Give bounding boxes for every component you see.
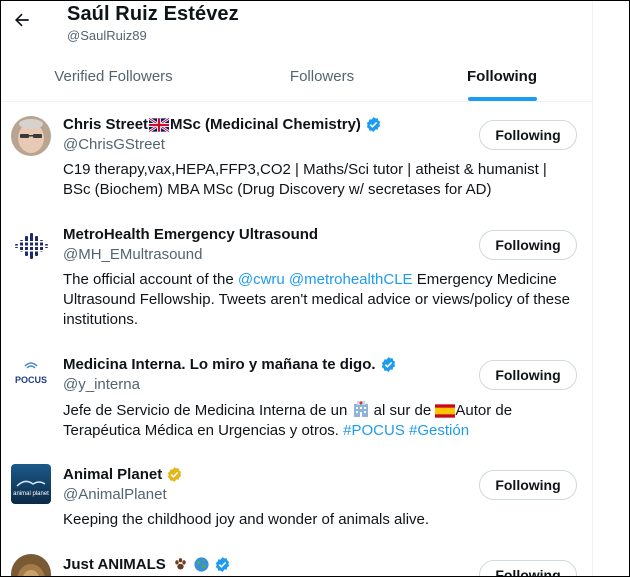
profile-handle: @SaulRuiz89 bbox=[67, 28, 147, 43]
account-name[interactable]: MetroHealth Emergency Ultrasound bbox=[63, 226, 318, 243]
avatar[interactable] bbox=[11, 554, 51, 576]
mention-link[interactable]: @metrohealthCLE bbox=[289, 271, 413, 288]
following-button[interactable]: Following bbox=[479, 360, 577, 390]
account-bio: The official account of the @cwru @metro… bbox=[63, 271, 570, 328]
spain-flag-icon bbox=[435, 404, 456, 418]
list-item[interactable]: MetroHealth Emergency Ultrasound @MH_EMu… bbox=[1, 212, 592, 342]
following-button[interactable]: Following bbox=[479, 120, 577, 150]
app-window: Saúl Ruiz Estévez @SaulRuiz89 Verified F… bbox=[0, 0, 630, 577]
svg-text:POCUS: POCUS bbox=[15, 375, 47, 385]
account-bio: Jefe de Servicio de Medicina Interna de … bbox=[63, 401, 513, 439]
back-button[interactable] bbox=[9, 7, 35, 33]
svg-text:animal planet: animal planet bbox=[13, 491, 49, 497]
following-button[interactable]: Following bbox=[479, 560, 577, 576]
list-item[interactable]: Just ANIMALS Following bbox=[1, 542, 592, 576]
hospital-icon bbox=[353, 401, 368, 417]
list-item[interactable]: animal planet Animal Planet @AnimalPlane… bbox=[1, 452, 592, 542]
account-handle: @AnimalPlanet bbox=[63, 486, 167, 503]
back-arrow-icon bbox=[15, 13, 29, 27]
following-button[interactable]: Following bbox=[479, 470, 577, 500]
paw-prints-icon bbox=[175, 558, 186, 570]
avatar[interactable]: animal planet bbox=[11, 464, 51, 504]
profile-name: Saúl Ruiz Estévez bbox=[67, 3, 239, 25]
list-item[interactable]: Chris Street MSc (Medicinal Chemistry) @… bbox=[1, 102, 592, 212]
active-tab-indicator bbox=[468, 97, 537, 101]
tab-bar: Verified Followers Followers Following bbox=[1, 51, 592, 102]
avatar[interactable]: POCUS bbox=[11, 356, 51, 396]
verified-badge-gold-icon bbox=[168, 467, 182, 482]
avatar[interactable] bbox=[11, 226, 51, 266]
account-bio: Keeping the childhood joy and wonder of … bbox=[63, 511, 430, 528]
tab-followers[interactable]: Followers bbox=[226, 51, 418, 101]
account-name[interactable]: Animal Planet bbox=[63, 466, 183, 483]
following-button[interactable]: Following bbox=[479, 230, 577, 260]
account-bio: C19 therapy,vax,HEPA,FFP3,CO2 | Maths/Sc… bbox=[63, 161, 547, 198]
hashtag-link[interactable]: #Gestión bbox=[409, 422, 469, 439]
globe-icon bbox=[194, 557, 209, 572]
column-divider bbox=[592, 1, 593, 576]
account-handle: @MH_EMultrasound bbox=[63, 246, 203, 263]
verified-badge-icon bbox=[381, 357, 395, 372]
tab-following[interactable]: Following bbox=[418, 51, 586, 101]
hashtag-link[interactable]: #POCUS bbox=[343, 422, 405, 439]
uk-flag-icon bbox=[149, 117, 170, 132]
verified-badge-icon bbox=[366, 117, 381, 132]
verified-badge-icon bbox=[215, 557, 229, 572]
account-name[interactable]: Chris Street MSc (Medicinal Chemistry) bbox=[63, 116, 382, 133]
account-name[interactable]: Just ANIMALS bbox=[63, 556, 231, 573]
account-name[interactable]: Medicina Interna. Lo miro y mañana te di… bbox=[63, 356, 397, 373]
avatar[interactable] bbox=[11, 116, 51, 156]
tab-verified-followers[interactable]: Verified Followers bbox=[1, 51, 226, 101]
account-handle: @ChrisGStreet bbox=[63, 136, 165, 153]
list-item[interactable]: POCUS Medicina Interna. Lo miro y mañana… bbox=[1, 342, 592, 452]
account-handle: @y_interna bbox=[63, 376, 140, 393]
mention-link[interactable]: @cwru bbox=[238, 271, 285, 288]
